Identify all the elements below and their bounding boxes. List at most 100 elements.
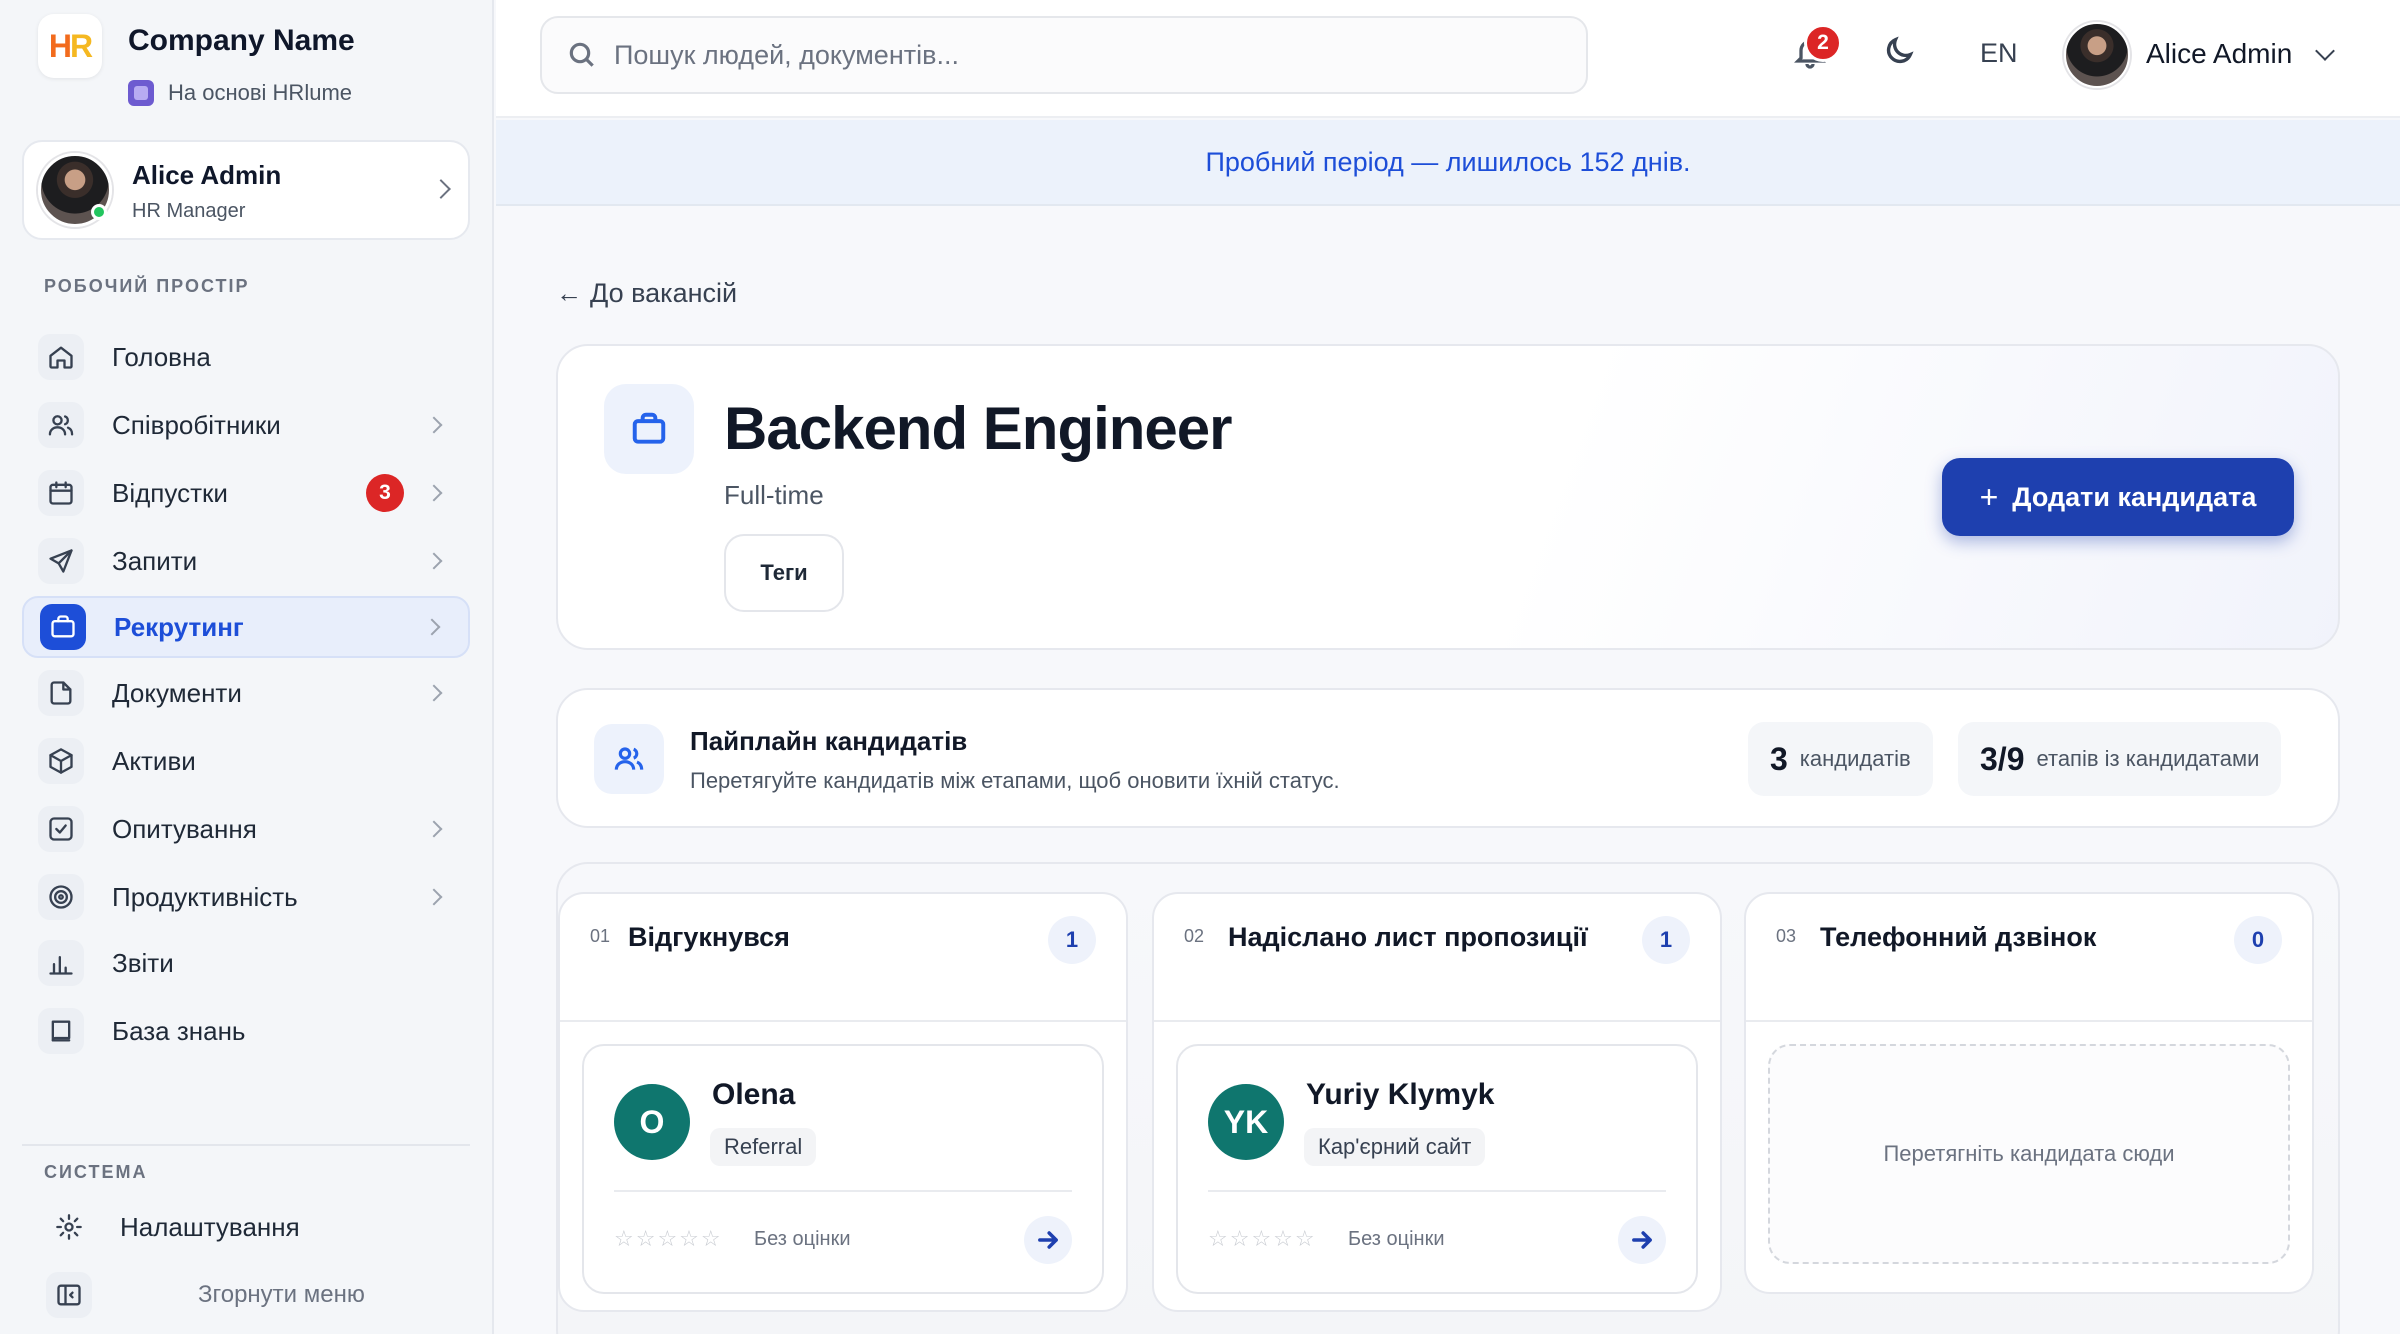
search-box[interactable] [540, 16, 1588, 94]
sidebar-item-label: Продуктивність [112, 881, 298, 912]
open-candidate-button[interactable] [1024, 1216, 1072, 1264]
stage-number: 02 [1184, 926, 1205, 946]
calendar-icon [38, 470, 84, 516]
file-icon [38, 670, 84, 716]
search-input[interactable] [614, 39, 1554, 71]
stage-count-badge: 1 [1048, 916, 1096, 964]
top-bar: 2 EN Alice Admin [496, 0, 2400, 118]
stage-number: 03 [1776, 926, 1797, 946]
sidebar-item-settings[interactable]: Налаштування [22, 1196, 470, 1258]
sidebar-item-label: Звіти [112, 947, 174, 978]
candidate-dropzone[interactable]: Перетягніть кандидата сюди [1768, 1044, 2290, 1264]
stage-header: 01 Відгукнувся 1 [560, 894, 1126, 1022]
stage-count-badge: 1 [1642, 916, 1690, 964]
stage-count-badge: 0 [2234, 916, 2282, 964]
stage-column: 02 Надіслано лист пропозиції 1 YK Yuriy … [1152, 892, 1722, 1312]
chevron-right-icon [425, 484, 443, 502]
sidebar: HR Company Name На основі HRlume Alice A… [0, 0, 494, 1334]
job-title: Backend Engineer [724, 395, 1233, 462]
sidebar-item-performance[interactable]: Продуктивність [22, 866, 470, 928]
rating-stars[interactable]: ☆☆☆☆☆ [614, 1226, 723, 1252]
sidebar-item-employees[interactable]: Співробітники [22, 394, 470, 456]
theme-toggle-button[interactable] [1882, 34, 1922, 74]
user-name: Alice Admin [132, 160, 282, 190]
job-employment-type: Full-time [724, 480, 824, 510]
stage-header: 03 Телефонний дзвінок 0 [1746, 894, 2312, 1022]
system-section-label: СИСТЕМА [44, 1162, 148, 1182]
user-role: HR Manager [132, 200, 246, 222]
powered-by: На основі HRlume [128, 80, 352, 106]
candidate-source-tag: Referral [710, 1128, 817, 1166]
stage-column: 01 Відгукнувся 1 O Olena Referral ☆☆☆☆☆ … [558, 892, 1128, 1312]
sidebar-item-vacations[interactable]: Відпустки 3 [22, 462, 470, 524]
sidebar-item-label: Документи [112, 677, 242, 708]
stages-count-stat: 3/9 етапів із кандидатами [1958, 722, 2282, 796]
stage-column: 03 Телефонний дзвінок 0 Перетягніть канд… [1744, 892, 2314, 1294]
pipeline-subtitle: Перетягуйте кандидатів між етапами, щоб … [690, 768, 1340, 793]
chevron-down-icon[interactable] [2315, 41, 2335, 61]
job-header-card: Backend Engineer Full-time Теги + Додати… [556, 344, 2340, 650]
candidate-card[interactable]: YK Yuriy Klymyk Кар'єрний сайт ☆☆☆☆☆ Без… [1176, 1044, 1698, 1294]
candidate-card[interactable]: O Olena Referral ☆☆☆☆☆ Без оцінки [582, 1044, 1104, 1294]
home-icon [38, 334, 84, 380]
divider [614, 1190, 1072, 1192]
user-profile-card[interactable]: Alice Admin HR Manager [22, 140, 470, 240]
candidate-name: Yuriy Klymyk [1306, 1078, 1495, 1111]
sidebar-item-label: Рекрутинг [114, 611, 244, 642]
rating-label: Без оцінки [1348, 1228, 1445, 1250]
briefcase-icon [40, 604, 86, 650]
sidebar-item-requests[interactable]: Запити [22, 530, 470, 592]
top-user-name[interactable]: Alice Admin [2146, 38, 2292, 70]
sidebar-item-label: Опитування [112, 813, 257, 844]
moon-icon [1886, 36, 1914, 64]
sidebar-item-recruiting[interactable]: Рекрутинг [22, 596, 470, 658]
sidebar-item-reports[interactable]: Звіти [22, 932, 470, 994]
chevron-right-icon [425, 684, 443, 702]
add-candidate-label: Додати кандидата [2012, 481, 2257, 512]
chevron-right-icon [431, 179, 451, 199]
gear-icon [46, 1204, 92, 1250]
candidate-avatar: YK [1208, 1084, 1284, 1160]
language-switcher[interactable]: EN [1980, 38, 2018, 69]
box-icon [38, 738, 84, 784]
avatar[interactable] [2064, 22, 2130, 88]
stage-name: Телефонний дзвінок [1820, 922, 2097, 952]
candidates-count-stat: 3 кандидатів [1748, 722, 1933, 796]
back-link-label: До вакансій [590, 278, 738, 308]
sidebar-item-surveys[interactable]: Опитування [22, 798, 470, 860]
stage-name: Відгукнувся [628, 922, 790, 952]
arrow-left-icon: ← [556, 278, 582, 308]
company-logo[interactable]: HR [38, 14, 102, 78]
rating-stars[interactable]: ☆☆☆☆☆ [1208, 1226, 1317, 1252]
rating-label: Без оцінки [754, 1228, 851, 1250]
candidate-name: Olena [712, 1078, 796, 1111]
hrlume-logo-icon [128, 80, 154, 106]
sidebar-item-label: База знань [112, 1015, 246, 1046]
sidebar-item-knowledge-base[interactable]: База знань [22, 1000, 470, 1062]
sidebar-collapse-icon [46, 1272, 92, 1318]
collapse-menu-button[interactable]: Згорнути меню [22, 1264, 470, 1326]
sidebar-item-label: Головна [112, 341, 211, 372]
sidebar-item-documents[interactable]: Документи [22, 662, 470, 724]
plus-icon: + [1979, 478, 1999, 515]
sidebar-item-label: Активи [112, 745, 196, 776]
sidebar-item-label: Співробітники [112, 409, 281, 440]
sidebar-item-label: Налаштування [120, 1211, 300, 1242]
stage-name: Надіслано лист пропозиції [1228, 922, 1588, 952]
pipeline-board: 01 Відгукнувся 1 O Olena Referral ☆☆☆☆☆ … [556, 862, 2340, 1334]
sidebar-item-assets[interactable]: Активи [22, 730, 470, 792]
open-candidate-button[interactable] [1618, 1216, 1666, 1264]
company-name: Company Name [128, 24, 355, 57]
add-candidate-button[interactable]: + Додати кандидата [1942, 458, 2294, 536]
chevron-right-icon [425, 820, 443, 838]
vacations-count-badge: 3 [366, 474, 404, 512]
workspace-section-label: РОБОЧИЙ ПРОСТІР [44, 276, 250, 296]
target-icon [38, 874, 84, 920]
arrow-right-icon [1038, 1231, 1058, 1249]
sidebar-item-label: Відпустки [112, 477, 228, 508]
search-icon [569, 42, 594, 67]
sidebar-item-home[interactable]: Головна [22, 326, 470, 388]
candidate-avatar: O [614, 1084, 690, 1160]
tags-button[interactable]: Теги [724, 534, 844, 612]
back-to-vacancies-link[interactable]: ← До вакансій [556, 278, 737, 309]
